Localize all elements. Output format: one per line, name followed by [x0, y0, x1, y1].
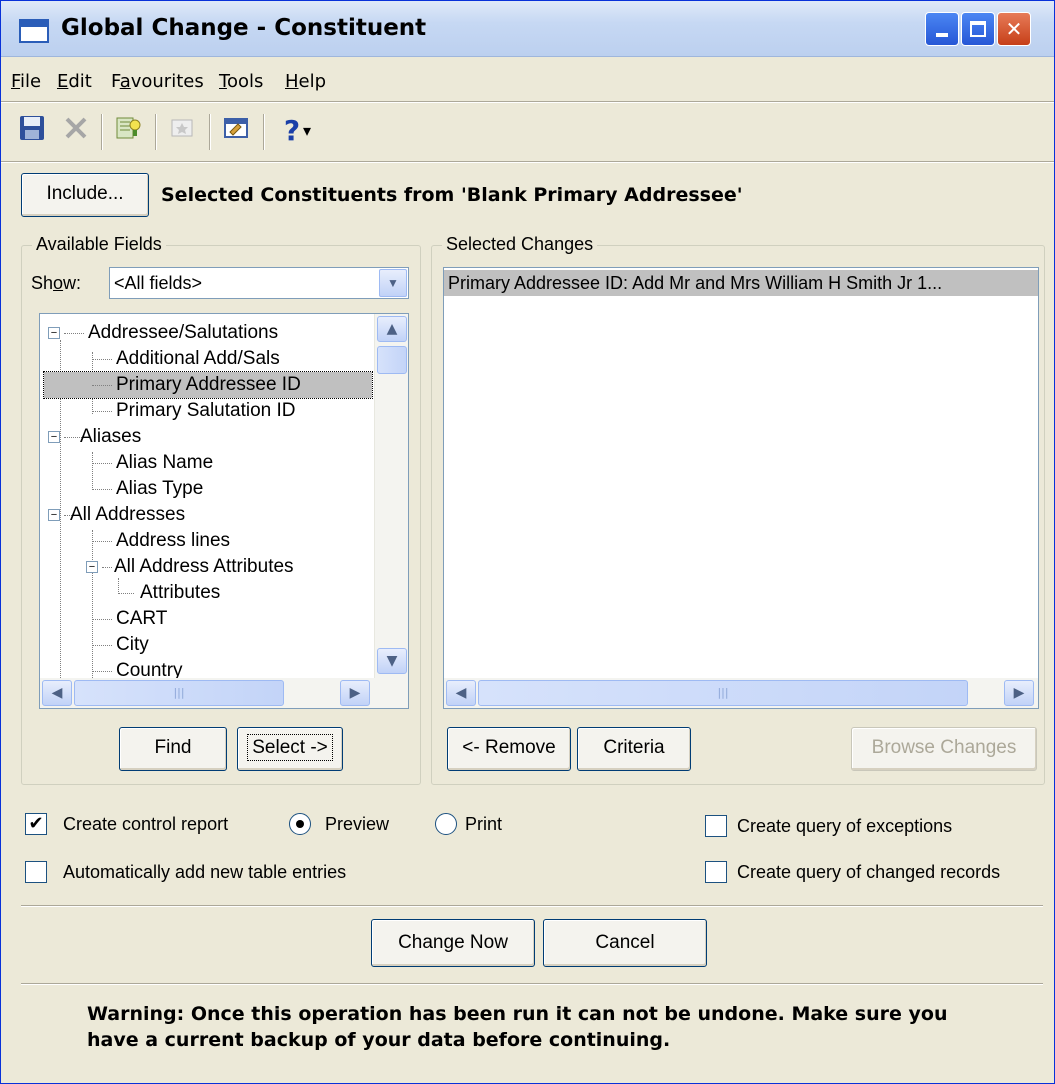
- show-label: Show:: [31, 273, 82, 293]
- properties-icon[interactable]: [219, 114, 253, 148]
- toolbar: ? ▾: [1, 104, 1054, 160]
- cancel-button[interactable]: Cancel: [543, 919, 707, 967]
- print-label[interactable]: Print: [465, 814, 502, 835]
- tree-leaf-selected[interactable]: Primary Addressee ID: [43, 371, 373, 399]
- help-dropdown-icon[interactable]: ▾: [297, 114, 317, 148]
- selected-changes-label: Selected Changes: [442, 234, 598, 255]
- menu-help[interactable]: Help: [285, 71, 326, 92]
- change-item[interactable]: Primary Addressee ID: Add Mr and Mrs Wil…: [444, 270, 1038, 296]
- create-control-report-checkbox[interactable]: ✔: [25, 813, 47, 835]
- scroll-left-icon[interactable]: ◀: [42, 680, 72, 706]
- scroll-thumb[interactable]: |||: [478, 680, 968, 706]
- maximize-icon: [970, 21, 986, 37]
- toolbar-separator: [101, 114, 103, 150]
- browse-changes-button: Browse Changes: [851, 727, 1037, 771]
- global-change-window: Global Change - Constituent ✕ File Edit …: [0, 0, 1055, 1084]
- toolbar-separator: [155, 114, 157, 150]
- menu-separator: [1, 101, 1054, 103]
- scroll-right-icon[interactable]: ▶: [1004, 680, 1034, 706]
- title-bar[interactable]: Global Change - Constituent ✕: [1, 1, 1054, 57]
- changes-horizontal-scrollbar[interactable]: ◀ ||| ▶: [444, 678, 1038, 708]
- collapse-icon[interactable]: −: [48, 327, 60, 339]
- chevron-down-icon[interactable]: ▼: [379, 269, 407, 297]
- select-button[interactable]: Select ->: [237, 727, 343, 771]
- floppy-disk-icon[interactable]: [15, 114, 49, 148]
- menu-tools[interactable]: Tools: [219, 71, 263, 92]
- show-fields-value: <All fields>: [114, 273, 203, 293]
- minimize-button[interactable]: [925, 12, 959, 46]
- close-icon: ✕: [1005, 17, 1023, 41]
- minimize-icon: [936, 33, 948, 37]
- maximize-button[interactable]: [961, 12, 995, 46]
- show-fields-select[interactable]: <All fields> ▼: [109, 267, 409, 299]
- window-icon: [19, 19, 49, 43]
- tree-vertical-scrollbar[interactable]: ▲ ▼: [374, 314, 408, 678]
- preview-label[interactable]: Preview: [325, 814, 389, 835]
- create-query-exceptions-checkbox[interactable]: [705, 815, 727, 837]
- create-control-report-label[interactable]: Create control report: [63, 814, 228, 835]
- toolbar-separator: [209, 114, 211, 150]
- window-title: Global Change - Constituent: [61, 15, 427, 41]
- collapse-icon[interactable]: −: [48, 509, 60, 521]
- print-radio[interactable]: [435, 813, 457, 835]
- warning-text: Warning: Once this operation has been ru…: [87, 1003, 948, 1051]
- find-button[interactable]: Find: [119, 727, 227, 771]
- menu-bar: File Edit Favourites Tools Help: [1, 61, 1054, 97]
- collapse-icon[interactable]: −: [48, 431, 60, 443]
- scroll-right-icon[interactable]: ▶: [340, 680, 370, 706]
- include-button[interactable]: Include...: [21, 173, 149, 217]
- auto-add-table-entries-checkbox[interactable]: [25, 861, 47, 883]
- available-fields-label: Available Fields: [32, 234, 166, 255]
- tree-line: [118, 578, 119, 592]
- collapse-icon[interactable]: −: [86, 561, 98, 573]
- fields-tree[interactable]: − Addressee/Salutations Additional Add/S…: [39, 313, 409, 709]
- favourite-icon[interactable]: [165, 114, 199, 148]
- create-query-changed-label[interactable]: Create query of changed records: [737, 862, 1000, 883]
- change-now-button[interactable]: Change Now: [371, 919, 535, 967]
- create-query-changed-checkbox[interactable]: [705, 861, 727, 883]
- menu-file[interactable]: File: [11, 71, 41, 92]
- criteria-button[interactable]: Criteria: [577, 727, 691, 771]
- toolbar-separator: [263, 114, 265, 150]
- auto-add-table-entries-label[interactable]: Automatically add new table entries: [63, 862, 346, 883]
- include-description: Selected Constituents from 'Blank Primar…: [161, 184, 743, 206]
- toolbar-separator-line: [1, 161, 1054, 163]
- menu-favourites[interactable]: Favourites: [111, 71, 204, 92]
- actions-separator: [21, 983, 1043, 985]
- delete-x-icon[interactable]: [59, 114, 93, 148]
- scroll-thumb[interactable]: [377, 346, 407, 374]
- tree-line: [92, 452, 93, 488]
- scroll-down-icon[interactable]: ▼: [377, 648, 407, 674]
- create-query-exceptions-label[interactable]: Create query of exceptions: [737, 816, 952, 837]
- scroll-left-icon[interactable]: ◀: [446, 680, 476, 706]
- options-separator: [21, 905, 1043, 907]
- scroll-up-icon[interactable]: ▲: [377, 316, 407, 342]
- selected-changes-list[interactable]: Primary Addressee ID: Add Mr and Mrs Wil…: [443, 267, 1039, 709]
- tip-icon[interactable]: [111, 114, 145, 148]
- preview-radio[interactable]: [289, 813, 311, 835]
- remove-button[interactable]: <- Remove: [447, 727, 571, 771]
- scroll-thumb[interactable]: |||: [74, 680, 284, 706]
- tree-horizontal-scrollbar[interactable]: ◀ ||| ▶: [40, 678, 408, 708]
- menu-edit[interactable]: Edit: [57, 71, 92, 92]
- close-button[interactable]: ✕: [997, 12, 1031, 46]
